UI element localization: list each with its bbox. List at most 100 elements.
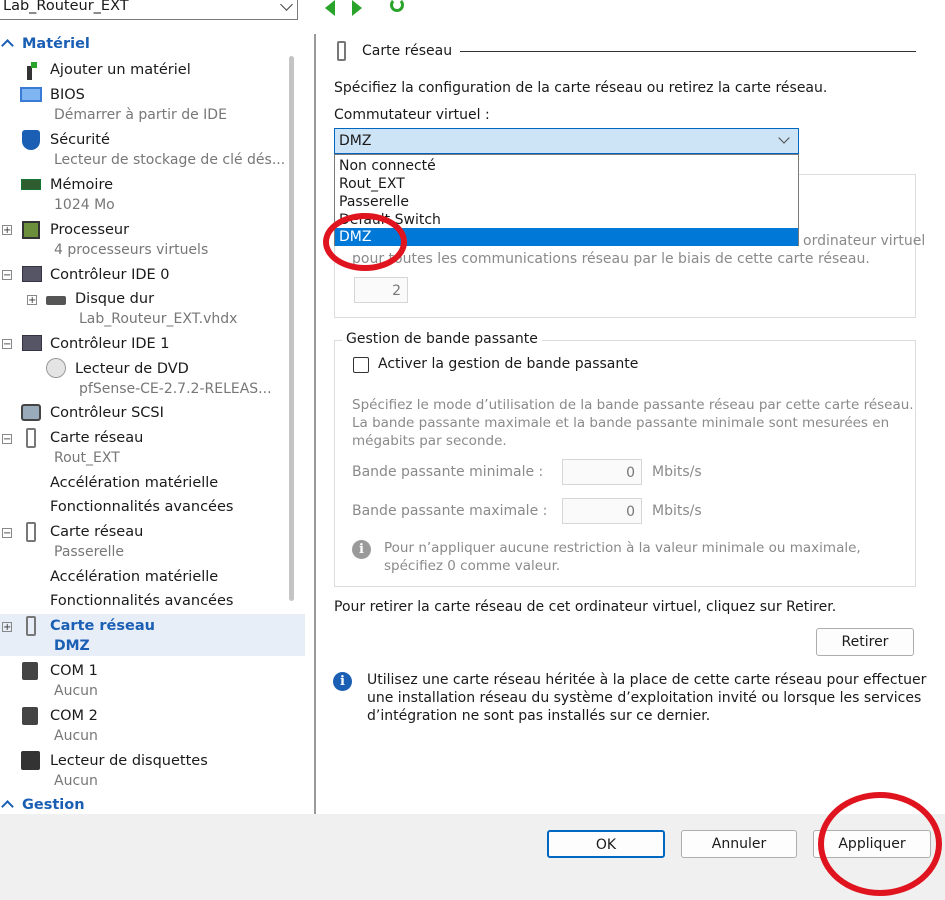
- sidebar-sub-network-adapter-3: DMZ: [54, 638, 90, 654]
- collapse-icon[interactable]: −: [2, 434, 12, 445]
- min-bandwidth-input[interactable]: 0: [562, 459, 642, 485]
- bandwidth-desc-2: La bande passante maximale et la bande p…: [352, 415, 890, 431]
- option-rout-ext[interactable]: Rout_EXT: [335, 175, 798, 193]
- section-gestion[interactable]: Gestion: [1, 797, 85, 813]
- bandwidth-desc-3: mégabits par seconde.: [352, 433, 507, 449]
- sidebar-item-ide1[interactable]: Contrôleur IDE 1: [50, 336, 170, 352]
- sidebar-item-network-adapter-3[interactable]: Carte réseau: [50, 618, 155, 634]
- com-port-icon: [22, 707, 38, 725]
- sidebar-item-dvd[interactable]: Lecteur de DVD: [75, 361, 189, 377]
- vlan-id-input[interactable]: 2: [354, 277, 408, 303]
- network-adapter-icon: [26, 522, 36, 542]
- bandwidth-checkbox[interactable]: [353, 357, 369, 373]
- sidebar-item-ide0[interactable]: Contrôleur IDE 0: [50, 267, 170, 283]
- collapse-chevron-icon: [1, 39, 14, 52]
- expand-icon[interactable]: +: [27, 295, 37, 306]
- virtual-switch-dropdown[interactable]: DMZ: [334, 128, 799, 154]
- sidebar-item-security[interactable]: Sécurité: [50, 132, 110, 148]
- section-gestion-label: Gestion: [22, 797, 85, 813]
- add-hardware-icon: [24, 62, 38, 80]
- bandwidth-note-1: Pour n’appliquer aucune restriction à la…: [384, 540, 861, 556]
- max-bandwidth-label: Bande passante maximale :: [352, 503, 548, 519]
- bandwidth-title: Gestion de bande passante: [342, 331, 542, 347]
- bandwidth-checkbox-label[interactable]: Activer la gestion de bande passante: [378, 356, 638, 372]
- network-adapter-icon: [337, 41, 346, 61]
- panel-divider: [314, 34, 316, 814]
- info-icon: i: [352, 540, 371, 559]
- previous-arrow-icon[interactable]: [325, 0, 335, 16]
- section-title: Carte réseau: [362, 43, 453, 59]
- sidebar-item-add-hardware[interactable]: Ajouter un matériel: [50, 62, 191, 78]
- min-bandwidth-label: Bande passante minimale :: [352, 464, 544, 480]
- switch-label: Commutateur virtuel :: [334, 107, 490, 123]
- sidebar-item-memory[interactable]: Mémoire: [50, 177, 113, 193]
- bandwidth-note-2: spécifiez 0 comme valeur.: [384, 558, 561, 574]
- collapse-chevron-icon: [1, 800, 14, 813]
- shield-icon: [22, 130, 40, 150]
- sidebar-item-processor[interactable]: Processeur: [50, 222, 129, 238]
- sidebar-sub-bios: Démarrer à partir de IDE: [54, 107, 227, 123]
- section-materiel-label: Matériel: [22, 36, 90, 52]
- expand-icon[interactable]: +: [2, 622, 12, 633]
- remove-button[interactable]: Retirer: [816, 628, 914, 656]
- legacy-text-2: une installation réseau du système d’exp…: [367, 690, 922, 706]
- sidebar-sub-dvd: pfSense-CE-2.7.2-RELEAS...: [79, 381, 272, 397]
- legacy-text-3: d’intégration ne sont pas installés sur …: [367, 708, 711, 724]
- floppy-icon: [21, 751, 40, 770]
- max-bandwidth-unit: Mbits/s: [652, 503, 702, 519]
- sidebar-item-scsi[interactable]: Contrôleur SCSI: [50, 405, 164, 421]
- memory-icon: [21, 179, 41, 190]
- info-icon: i: [333, 672, 352, 691]
- min-bandwidth-unit: Mbits/s: [652, 464, 702, 480]
- sidebar-item-bios[interactable]: BIOS: [50, 87, 85, 103]
- vlan-text-1: ordinateur virtuel: [803, 233, 926, 249]
- network-adapter-icon: [26, 616, 36, 636]
- collapse-icon[interactable]: −: [2, 528, 12, 539]
- next-arrow-icon[interactable]: [352, 0, 362, 16]
- option-not-connected[interactable]: Non connecté: [335, 157, 798, 175]
- com-port-icon: [22, 662, 38, 680]
- bios-icon: [20, 87, 42, 102]
- ok-button[interactable]: OK: [547, 830, 665, 858]
- sidebar-item-hw-accel-1[interactable]: Accélération matérielle: [50, 475, 218, 491]
- sidebar-item-com1[interactable]: COM 1: [50, 663, 98, 679]
- sidebar-sub-memory: 1024 Mo: [54, 197, 115, 213]
- option-default-switch[interactable]: Default Switch: [335, 211, 798, 229]
- sidebar-item-hard-disk[interactable]: Disque dur: [75, 291, 154, 307]
- virtual-switch-value: DMZ: [339, 133, 372, 149]
- sidebar-item-network-adapter-1[interactable]: Carte réseau: [50, 430, 143, 446]
- hardware-tree-panel: [0, 34, 305, 814]
- bandwidth-desc-1: Spécifiez le mode d’utilisation de la ba…: [352, 397, 914, 413]
- sidebar-sub-hard-disk: Lab_Routeur_EXT.vhdx: [79, 311, 238, 327]
- annotation-circle-apply: [818, 792, 942, 896]
- max-bandwidth-input[interactable]: 0: [562, 498, 642, 524]
- sidebar-item-advanced-2[interactable]: Fonctionnalités avancées: [50, 593, 233, 609]
- section-materiel[interactable]: Matériel: [1, 36, 90, 52]
- ide-controller-icon: [22, 266, 42, 282]
- chevron-down-icon: [778, 132, 790, 144]
- chevron-down-icon: [280, 0, 293, 11]
- sidebar-sub-floppy: Aucun: [54, 773, 98, 789]
- expand-icon[interactable]: +: [2, 225, 12, 236]
- processor-icon: [22, 221, 40, 239]
- legacy-text-1: Utilisez une carte réseau héritée à la p…: [367, 672, 927, 688]
- collapse-icon[interactable]: −: [2, 270, 12, 281]
- ide-controller-icon: [22, 335, 42, 351]
- collapse-icon[interactable]: −: [2, 339, 12, 350]
- remove-text: Pour retirer la carte réseau de cet ordi…: [334, 599, 837, 615]
- sidebar-item-advanced-1[interactable]: Fonctionnalités avancées: [50, 499, 233, 515]
- cancel-button[interactable]: Annuler: [681, 830, 797, 858]
- dvd-icon: [46, 358, 66, 378]
- sidebar-item-floppy[interactable]: Lecteur de disquettes: [50, 753, 208, 769]
- sidebar-sub-processor: 4 processeurs virtuels: [54, 242, 209, 258]
- sidebar-sub-network-adapter-1: Rout_EXT: [54, 450, 120, 466]
- option-passerelle[interactable]: Passerelle: [335, 193, 798, 211]
- vm-select-dropdown[interactable]: Lab_Routeur_EXT: [0, 0, 298, 20]
- network-adapter-icon: [26, 428, 36, 448]
- sidebar-item-network-adapter-2[interactable]: Carte réseau: [50, 524, 143, 540]
- vlan-text-2: pour toutes les communications réseau pa…: [352, 251, 870, 267]
- refresh-icon[interactable]: [390, 0, 404, 12]
- tree-scrollbar[interactable]: [289, 56, 294, 601]
- sidebar-item-hw-accel-2[interactable]: Accélération matérielle: [50, 569, 218, 585]
- sidebar-item-com2[interactable]: COM 2: [50, 708, 98, 724]
